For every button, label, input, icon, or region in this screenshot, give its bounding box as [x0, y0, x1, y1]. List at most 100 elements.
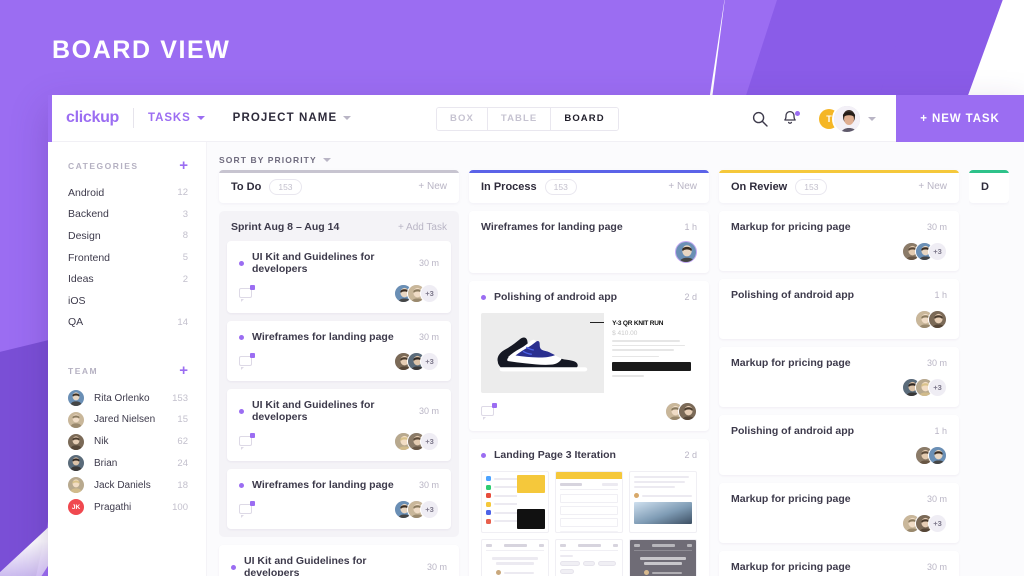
task-duration: 1 h: [684, 222, 697, 232]
thumbnail[interactable]: [481, 471, 549, 533]
task-card-footer: +3: [239, 283, 439, 303]
task-card[interactable]: Markup for pricing page 30 m +3: [719, 211, 959, 271]
category-count: 3: [182, 208, 188, 220]
task-duration: 1 h: [934, 426, 947, 436]
team-member-count: 153: [172, 392, 188, 404]
task-card-header: Markup for pricing page 30 m: [731, 357, 947, 369]
team-list: Rita Orlenko 153 Jared Nielsen 15 Nik 62 Brian…: [48, 387, 206, 518]
task-card[interactable]: Wireframes for landing page 30 m +3: [227, 469, 451, 529]
task-title: Polishing of android app: [731, 289, 855, 301]
categories-header: CATEGORIES +: [48, 158, 206, 173]
sidebar-item-ideas[interactable]: Ideas 2: [48, 268, 206, 290]
task-title: Wireframes for landing page: [252, 479, 394, 491]
category-label: QA: [68, 316, 84, 329]
team-member-brian[interactable]: Brian 24: [48, 453, 206, 475]
task-card[interactable]: Wireframes for landing page 1 h: [469, 211, 709, 273]
column-task-count: 153: [795, 178, 828, 195]
team-member-jack-daniels[interactable]: Jack Daniels 18: [48, 474, 206, 496]
task-card[interactable]: Markup for pricing page 30 m +3: [719, 483, 959, 543]
board-column-to-do: To Do 153 + New Sprint Aug 8 – Aug 14 + Add …: [219, 170, 459, 576]
thumbnail[interactable]: [481, 539, 549, 576]
new-task-button[interactable]: + NEW TASK: [896, 95, 1024, 142]
team-member-pragathi[interactable]: JK Pragathi 100: [48, 496, 206, 518]
category-count: 12: [177, 187, 188, 199]
task-card-header: UI Kit and Guidelines for developers 30 m: [231, 555, 447, 576]
tasks-menu-label: TASKS: [148, 112, 191, 124]
team-member-nik[interactable]: Nik 62: [48, 431, 206, 453]
sidebar-item-ios[interactable]: iOS: [48, 290, 206, 312]
sidebar-item-qa[interactable]: QA 14: [48, 312, 206, 334]
comment-icon: [481, 403, 497, 420]
thumbnail[interactable]: [555, 539, 623, 576]
thumbnail[interactable]: [629, 539, 697, 576]
thumbnail[interactable]: [555, 471, 623, 533]
project-menu[interactable]: PROJECT NAME: [233, 112, 352, 124]
avatar: [928, 445, 947, 465]
column-color-bar: [969, 170, 1009, 173]
task-card[interactable]: UI Kit and Guidelines for developers 30 m…: [227, 389, 451, 461]
avatar-overflow-count: +3: [928, 377, 947, 397]
thumbnail[interactable]: [629, 471, 697, 533]
avatar: [675, 241, 697, 263]
sort-bar[interactable]: SORT BY PRIORITY: [207, 142, 1024, 170]
task-title: Landing Page 3 Iteration: [494, 449, 616, 461]
tasks-menu[interactable]: TASKS: [148, 112, 205, 124]
task-card[interactable]: Polishing of android app 1 h: [719, 279, 959, 339]
task-card[interactable]: UI Kit and Guidelines for developers 30 m…: [227, 241, 451, 313]
avatar: [678, 401, 697, 421]
sidebar-item-android[interactable]: Android 12: [48, 182, 206, 204]
task-title: Markup for pricing page: [731, 561, 851, 573]
column-header: To Do 153 + New: [219, 170, 459, 203]
task-card[interactable]: Landing Page 3 Iteration 2 d: [469, 439, 709, 576]
task-card-footer: +3: [731, 241, 947, 261]
column-title: In Process: [481, 180, 537, 193]
app-body: CATEGORIES + Android 12 Backend 3 Design 8 Fro…: [48, 142, 1024, 576]
avatar-overflow-count: +3: [928, 241, 947, 261]
task-card-footer: +3: [731, 513, 947, 533]
add-task-button[interactable]: + New: [418, 181, 447, 192]
task-card[interactable]: Markup for pricing page 30 m +3: [719, 347, 959, 407]
team-member-rita-orlenko[interactable]: Rita Orlenko 153: [48, 387, 206, 409]
category-label: Frontend: [68, 251, 111, 264]
task-card-footer: +3: [731, 377, 947, 397]
add-task-button[interactable]: + New: [668, 181, 697, 192]
add-task-button[interactable]: + Add Task: [398, 222, 447, 233]
task-card[interactable]: UI Kit and Guidelines for developers 30 m…: [219, 545, 459, 576]
task-title: UI Kit and Guidelines for developers: [244, 555, 367, 576]
add-category-button[interactable]: +: [179, 158, 188, 173]
task-card[interactable]: Markup for pricing page30 m234234234: [719, 551, 959, 576]
column-color-bar: [219, 170, 459, 173]
add-team-member-button[interactable]: +: [179, 363, 188, 378]
sidebar-item-design[interactable]: Design 8: [48, 225, 206, 247]
topbar-actions: T + NEW TASK: [745, 95, 1024, 142]
column-task-count: 153: [544, 178, 577, 195]
tab-table[interactable]: TABLE: [487, 108, 552, 130]
clickup-logo: clickup: [66, 109, 120, 126]
add-task-button[interactable]: + New: [918, 181, 947, 192]
sidebar-item-backend[interactable]: Backend 3: [48, 204, 206, 226]
team-member-count: 24: [177, 457, 188, 469]
tab-board[interactable]: BOARD: [551, 108, 618, 130]
sidebar-item-frontend[interactable]: Frontend 5: [48, 247, 206, 269]
search-icon[interactable]: [745, 104, 775, 134]
task-card-footer: [481, 241, 697, 263]
avatar-stack: [915, 309, 947, 329]
task-title: Wireframes for landing page: [481, 221, 623, 233]
category-label: Backend: [68, 208, 109, 221]
comment-icon: [239, 433, 255, 450]
column-title: On Review: [731, 180, 788, 193]
tab-box[interactable]: BOX: [437, 108, 488, 130]
column-color-bar: [469, 170, 709, 173]
bell-icon[interactable]: [775, 104, 805, 134]
priority-dot: [239, 260, 244, 266]
user-menu[interactable]: T: [819, 103, 876, 134]
team-member-jared-nielsen[interactable]: Jared Nielsen 15: [48, 409, 206, 431]
task-card[interactable]: Polishing of android app 2 d Y-3 QR KNIT R…: [469, 281, 709, 431]
task-card[interactable]: Polishing of android app 1 h: [719, 415, 959, 475]
avatar-overflow-count: +3: [420, 283, 439, 303]
category-label: Android: [68, 186, 105, 199]
task-card[interactable]: Wireframes for landing page 30 m +3: [227, 321, 451, 381]
task-title: Polishing of android app: [731, 425, 855, 437]
sidebar: CATEGORIES + Android 12 Backend 3 Design 8 Fro…: [48, 142, 207, 576]
avatar-stack: +3: [902, 377, 947, 397]
